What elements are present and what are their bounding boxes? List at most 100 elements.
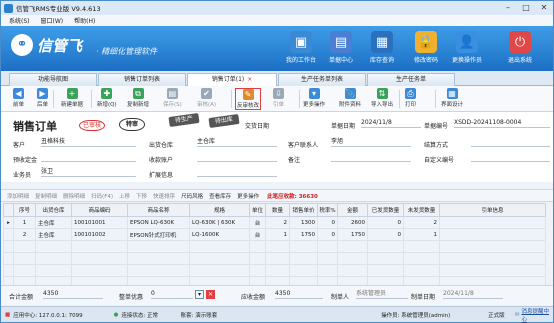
table-cell[interactable] (317, 264, 338, 277)
salesman-field[interactable]: 张卫 (41, 168, 136, 177)
column-header[interactable]: 数量 (265, 203, 290, 217)
table-cell[interactable] (127, 240, 190, 253)
table-cell[interactable] (439, 240, 546, 253)
table-cell[interactable]: 1 (13, 216, 36, 229)
table-cell[interactable]: 0 (367, 228, 404, 241)
extra-info-field[interactable] (197, 168, 277, 177)
tab-production-task-list[interactable]: 生产任务单列表 (278, 73, 366, 86)
exit-button[interactable]: ⏻ 退出系统 (500, 31, 540, 64)
add-line-button[interactable]: 添加明细 (7, 192, 29, 200)
menu-window[interactable]: 窗口(W) (41, 16, 64, 25)
table-cell[interactable] (189, 252, 250, 265)
up-button[interactable]: 上移 (119, 192, 130, 200)
table-cell[interactable] (337, 252, 368, 265)
document-center-button[interactable]: ▤ 单据中心 (321, 31, 361, 64)
column-header[interactable]: 税率% (317, 203, 338, 217)
table-cell[interactable]: 2600 (337, 216, 368, 229)
stock-view-button[interactable]: 查看库存 (209, 192, 231, 200)
maximize-button[interactable]: □ (517, 1, 535, 15)
table-row[interactable]: ▸ 1 主仓库 100101001 EPSON LQ-630K LQ-630K | 630… (3, 216, 546, 229)
user-button[interactable]: 👤 更换操作员 (447, 31, 487, 64)
settle-field[interactable] (471, 138, 550, 147)
table-cell[interactable]: 1 (403, 228, 440, 241)
table-cell[interactable]: 2 (13, 228, 36, 241)
table-cell[interactable] (289, 264, 318, 277)
table-cell[interactable] (35, 252, 72, 265)
table-cell[interactable]: 主仓库 (35, 216, 72, 229)
table-cell[interactable]: 主仓库 (35, 228, 72, 241)
tab-close-icon[interactable]: × (247, 76, 252, 83)
column-header[interactable]: 销售单价 (289, 203, 318, 217)
down-button[interactable]: 下移 (136, 192, 147, 200)
table-cell[interactable] (439, 216, 546, 229)
table-cell[interactable] (403, 252, 440, 265)
prev-record-button[interactable]: ◀ 前单 (13, 88, 24, 108)
table-cell[interactable]: 2 (265, 216, 290, 229)
table-cell[interactable]: 1 (265, 228, 290, 241)
minimize-button[interactable]: – (499, 1, 517, 15)
discount-dropdown-icon[interactable]: ▾ (195, 290, 204, 299)
table-cell[interactable] (289, 240, 318, 253)
size-style-button[interactable]: 尺码风格 (181, 192, 203, 200)
attachment-button[interactable]: 📎 附件资料 (339, 88, 361, 108)
table-cell[interactable]: 1750 (289, 228, 318, 241)
table-cell[interactable] (249, 240, 266, 253)
message-center-link[interactable]: 消息提醒中心 (521, 307, 553, 323)
table-cell[interactable]: LQ-1600K (189, 228, 250, 241)
doc-date-field[interactable]: 2024/11/8 (361, 119, 421, 128)
delete-line-button[interactable]: 删除明细 (63, 192, 85, 200)
table-cell[interactable]: 0 (317, 216, 338, 229)
lock-button[interactable]: 🔒 修改密码 (406, 31, 446, 64)
table-cell[interactable] (337, 240, 368, 253)
sort-button[interactable]: 快速排序 (153, 192, 175, 200)
table-cell[interactable] (367, 264, 404, 277)
unaudit-edit-button[interactable]: ✎ 反审核改 (235, 88, 262, 110)
table-cell[interactable]: 0 (317, 228, 338, 241)
table-cell[interactable]: 0 (367, 216, 404, 229)
table-cell[interactable]: 1750 (337, 228, 368, 241)
table-cell[interactable] (317, 252, 338, 265)
table-row[interactable] (3, 240, 546, 253)
table-cell[interactable] (71, 252, 128, 265)
warehouse-field[interactable]: 主仓库 (197, 138, 277, 147)
table-cell[interactable] (439, 264, 546, 277)
column-header[interactable]: 规格 (189, 203, 250, 217)
contact-field[interactable]: 李旭 (331, 138, 411, 147)
clear-icon[interactable]: ✕ (206, 290, 215, 299)
table-row[interactable] (3, 252, 546, 265)
table-cell[interactable] (367, 240, 404, 253)
tab-sales-order[interactable]: 销售订单(1) × (187, 73, 277, 87)
custom-no-field[interactable] (471, 153, 550, 162)
column-header[interactable]: 商品编码 (71, 203, 128, 217)
table-cell[interactable] (127, 252, 190, 265)
tab-production-task[interactable]: 生产任务单 (367, 73, 455, 86)
table-cell[interactable] (35, 264, 72, 277)
column-header[interactable]: 出货仓库 (35, 203, 72, 217)
column-header[interactable]: 单位 (249, 203, 266, 217)
table-cell[interactable] (367, 252, 404, 265)
receipt-account-field[interactable] (197, 153, 277, 162)
layout-design-button[interactable]: ▦ 界面设计 (441, 88, 463, 108)
copy-line-button[interactable]: 复制明细 (35, 192, 57, 200)
doc-no-field[interactable]: XSDD-20241108-0004 (454, 119, 550, 128)
menu-help[interactable]: 帮助(H) (74, 16, 95, 25)
import-export-button[interactable]: ⇅ 导入导出 (371, 88, 393, 108)
table-cell[interactable] (403, 240, 440, 253)
menu-system[interactable]: 系统(S) (9, 16, 30, 25)
remark-field[interactable] (331, 153, 411, 162)
table-cell[interactable]: 100101001 (71, 216, 128, 229)
table-cell[interactable] (265, 240, 290, 253)
table-cell[interactable]: 100101002 (71, 228, 128, 241)
grid-more-button[interactable]: 更多操作 (237, 192, 259, 200)
table-cell[interactable] (265, 252, 290, 265)
customer-field[interactable]: 丑格科技 (41, 138, 136, 147)
table-cell[interactable] (249, 252, 266, 265)
deposit-field[interactable] (41, 153, 136, 162)
table-cell[interactable] (439, 252, 546, 265)
table-cell[interactable]: LQ-630K | 630K (189, 216, 250, 229)
table-cell[interactable]: EPSON LQ-630K (127, 216, 190, 229)
table-cell[interactable] (337, 264, 368, 277)
desktop-button[interactable]: ▣ 我的工作台 (281, 31, 321, 64)
table-cell[interactable] (249, 264, 266, 277)
table-cell[interactable] (403, 264, 440, 277)
